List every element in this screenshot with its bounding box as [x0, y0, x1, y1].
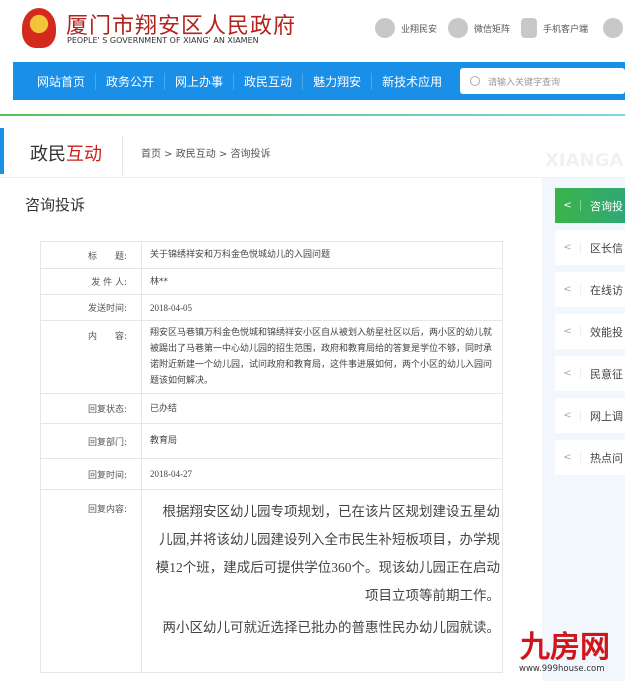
- row-label: 回复内容:: [40, 489, 142, 673]
- chevron-left-icon: <: [555, 410, 581, 421]
- breadcrumb[interactable]: 首页 > 政民互动 > 咨询投诉: [141, 145, 270, 160]
- nav-gov-affairs[interactable]: 政务公开: [96, 72, 166, 90]
- table-row: 发送时间: 2018-04-05: [40, 294, 503, 321]
- row-label: 发 件 人:: [40, 268, 142, 295]
- chat-icon: [375, 18, 395, 38]
- reply-content: 根据翔安区幼儿园专项规划，已在该片区规划建设五星幼儿园,并将该幼儿园建设列入全市…: [141, 489, 503, 673]
- watermark-url: www.999house.com: [519, 664, 605, 674]
- search-input[interactable]: 请输入关键字查询: [460, 68, 625, 94]
- nav-new-tech[interactable]: 新技术应用: [372, 73, 452, 90]
- table-row: 发 件 人: 林**: [40, 268, 503, 295]
- sidebar-item-label: 在线访: [590, 283, 623, 297]
- sidebar-item-survey[interactable]: < 网上调: [555, 398, 625, 433]
- chevron-left-icon: <: [555, 242, 581, 253]
- chevron-left-icon: <: [555, 200, 581, 211]
- chevron-left-icon: <: [555, 452, 581, 463]
- row-label: 回复状态:: [40, 393, 142, 424]
- table-row: 回复状态: 已办结: [40, 393, 503, 424]
- sidebar: < 咨询投 < 区长信 < 在线访 < 效能投 < 民意征 < 网上调 < 热点问: [542, 178, 625, 681]
- sidebar-item-label: 区长信: [590, 241, 623, 255]
- nav-charm[interactable]: 魅力翔安: [303, 72, 373, 90]
- search-icon: [470, 76, 480, 86]
- chevron-left-icon: <: [555, 368, 581, 379]
- divider: [0, 114, 625, 116]
- sidebar-item-label: 网上调: [590, 409, 623, 423]
- link-label: 手机客户端: [543, 24, 589, 35]
- sidebar-item-label: 咨询投: [590, 199, 623, 213]
- row-value: 翔安区马巷镇万科金色悦城和锦绣祥安小区自从被划入舫星社区以后，两小区的幼儿就被踢…: [141, 320, 503, 394]
- sidebar-item-online-interview[interactable]: < 在线访: [555, 272, 625, 307]
- nav-home[interactable]: 网站首页: [27, 72, 97, 90]
- reply-paragraph: 根据翔安区幼儿园专项规划，已在该片区规划建设五星幼儿园,并将该幼儿园建设列入全市…: [155, 504, 500, 603]
- national-emblem-logo: [22, 8, 56, 48]
- sidebar-item-efficiency[interactable]: < 效能投: [555, 314, 625, 349]
- row-label: 内 容:: [40, 320, 142, 394]
- table-row: 回复时间: 2018-04-27: [40, 458, 503, 490]
- eye-icon: [603, 18, 623, 38]
- watermark-logo: 九房网: [520, 631, 610, 664]
- sidebar-item-consult[interactable]: < 咨询投: [555, 188, 625, 223]
- sidebar-item-label: 民意征: [590, 367, 623, 381]
- header-link-wechat[interactable]: 微信矩阵: [448, 18, 510, 38]
- header-link-accessibility[interactable]: [603, 18, 625, 38]
- nav-interaction[interactable]: 政民互动: [234, 72, 304, 90]
- row-value: 关于锦绣祥安和万科金色悦城幼儿的入园问题: [141, 241, 503, 269]
- page-title: 咨询投诉: [25, 196, 86, 214]
- row-label: 发送时间:: [40, 294, 142, 321]
- sidebar-item-opinion[interactable]: < 民意征: [555, 356, 625, 391]
- row-value: 2018-04-27: [141, 458, 503, 490]
- row-value: 2018-04-05: [141, 294, 503, 321]
- main-nav: 网站首页 政务公开 网上办事 政民互动 魅力翔安 新技术应用 请输入关键字查询: [13, 62, 625, 100]
- detail-table: 标 题: 关于锦绣祥安和万科金色悦城幼儿的入园问题 发 件 人: 林** 发送时间:…: [40, 241, 503, 673]
- section-marker: [0, 128, 4, 174]
- sidebar-item-mayor-mail[interactable]: < 区长信: [555, 230, 625, 265]
- section-title-b: 互动: [66, 144, 102, 165]
- section-title: 政民互动: [30, 140, 102, 166]
- sidebar-item-label: 热点问: [590, 451, 623, 465]
- table-row: 回复内容: 根据翔安区幼儿园专项规划，已在该片区规划建设五星幼儿园,并将该幼儿园…: [40, 489, 503, 673]
- header-link-yexiang[interactable]: 业翔民安: [375, 18, 437, 38]
- header-link-mobile[interactable]: 手机客户端: [521, 18, 588, 38]
- row-label: 回复时间:: [40, 458, 142, 490]
- search-placeholder: 请输入关键字查询: [488, 77, 561, 88]
- table-row: 内 容: 翔安区马巷镇万科金色悦城和锦绣祥安小区自从被划入舫星社区以后，两小区的幼…: [40, 320, 503, 394]
- sidebar-item-label: 效能投: [590, 325, 623, 339]
- row-value: 已办结: [141, 393, 503, 424]
- link-label: 业翔民安: [401, 24, 438, 35]
- sidebar-item-hot-topics[interactable]: < 热点问: [555, 440, 625, 475]
- row-label: 回复部门:: [40, 423, 142, 459]
- chevron-left-icon: <: [555, 326, 581, 337]
- row-value: 林**: [141, 268, 503, 295]
- background-text: XIANGAN: [545, 150, 625, 171]
- row-value: 教育局: [141, 423, 503, 459]
- chevron-left-icon: <: [555, 284, 581, 295]
- site-subtitle: PEOPLE' S GOVERNMENT OF XIANG' AN XIAMEN: [67, 36, 259, 45]
- table-row: 回复部门: 教育局: [40, 423, 503, 459]
- wechat-icon: [448, 18, 468, 38]
- row-label: 标 题:: [40, 241, 142, 269]
- link-label: 微信矩阵: [474, 24, 511, 35]
- divider: [122, 135, 123, 175]
- reply-paragraph: 两小区幼儿可就近选择已批办的普惠性民办幼儿园就读。: [162, 620, 501, 635]
- phone-icon: [521, 18, 537, 38]
- section-title-a: 政民: [30, 144, 66, 165]
- nav-online-service[interactable]: 网上办事: [165, 72, 235, 90]
- table-row: 标 题: 关于锦绣祥安和万科金色悦城幼儿的入园问题: [40, 241, 503, 269]
